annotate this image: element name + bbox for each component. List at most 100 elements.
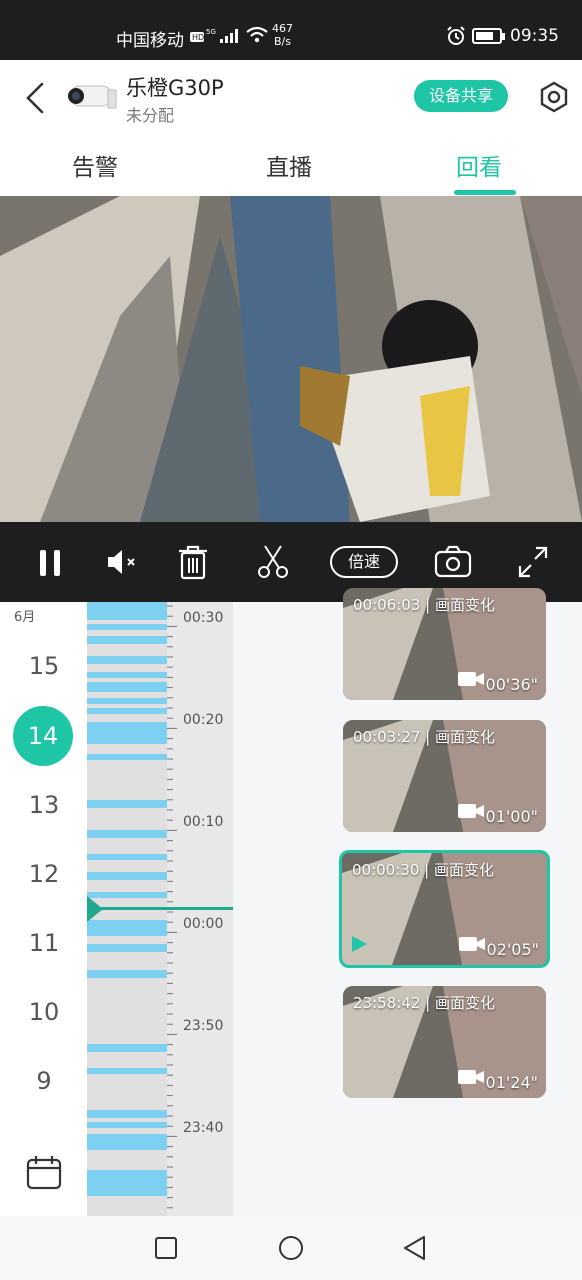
video-icon [458, 671, 484, 691]
day-11[interactable]: 11 [14, 929, 74, 957]
settings-button[interactable] [538, 80, 570, 114]
time-label: 00:10 [183, 814, 224, 830]
recording-segment [87, 624, 167, 630]
mute-button[interactable] [104, 544, 140, 580]
svg-text:5G: 5G [206, 28, 216, 36]
video-frame [0, 196, 582, 522]
time-label: 00:30 [183, 610, 224, 626]
clip-title: 00:06:03 | 画面变化 [353, 596, 495, 614]
hexagon-settings-icon [540, 81, 568, 113]
clip-title: 00:03:27 | 画面变化 [353, 728, 495, 746]
clip-card-active[interactable]: 00:00:30 | 画面变化 02'05" [339, 850, 550, 968]
home-button[interactable] [278, 1235, 304, 1265]
tab-bar: 告警 直播 回看 [0, 136, 582, 196]
recording-segment [87, 970, 167, 978]
triangle-back-icon [404, 1236, 425, 1260]
square-icon [155, 1237, 177, 1259]
system-back-button[interactable] [402, 1235, 428, 1265]
recording-segment [87, 1134, 167, 1150]
time-label: 00:00 [183, 916, 224, 932]
month-label: 6月 [14, 610, 36, 625]
snapshot-button[interactable] [434, 544, 472, 580]
device-share-button[interactable]: 设备共享 [414, 80, 508, 112]
clip-duration: 02'05" [486, 940, 539, 959]
camera-icon [434, 545, 472, 578]
day-15[interactable]: 15 [14, 652, 74, 680]
day-13[interactable]: 13 [14, 791, 74, 819]
carrier-name: 中国移动 [116, 31, 184, 51]
calendar-button[interactable] [26, 1154, 62, 1190]
video-icon [458, 803, 484, 823]
recording-segment [87, 672, 167, 678]
recording-segment [87, 854, 167, 860]
clip-card[interactable]: 00:06:03 | 画面变化 00'36" [343, 588, 546, 700]
speaker-muted-icon [108, 550, 135, 574]
clip-card[interactable]: 23:58:42 | 画面变化 01'24" [343, 986, 546, 1098]
day-10[interactable]: 10 [14, 998, 74, 1026]
active-tab-indicator [454, 190, 516, 195]
clip-duration: 01'00" [485, 807, 538, 826]
recording-segment [87, 602, 167, 620]
recording-segment [87, 1170, 167, 1196]
time-label: 23:40 [183, 1120, 224, 1136]
device-name: 乐橙G30P [126, 76, 224, 100]
recording-segment [87, 1068, 167, 1074]
recording-segment [87, 920, 167, 936]
recording-segment [87, 1122, 167, 1128]
play-icon [350, 935, 368, 957]
battery-icon [472, 28, 505, 44]
clip-title: 00:00:30 | 画面变化 [352, 861, 494, 879]
clip-button[interactable] [256, 544, 290, 580]
recent-apps-button[interactable] [154, 1236, 178, 1264]
recording-segment [87, 636, 167, 644]
clip-card[interactable]: 00:03:27 | 画面变化 01'00" [343, 720, 546, 832]
playhead-marker[interactable] [87, 896, 103, 922]
clip-duration: 00'36" [485, 675, 538, 694]
video-icon [458, 1069, 484, 1089]
alarm-clock-icon [446, 26, 466, 51]
time-label: 00:20 [183, 712, 224, 728]
recording-segment [87, 698, 167, 704]
video-player[interactable] [0, 196, 582, 522]
device-group: 未分配 [126, 106, 175, 125]
chevron-left-icon [26, 82, 44, 114]
video-icon [459, 936, 485, 956]
calendar-icon [26, 1156, 62, 1190]
recording-segment [87, 830, 167, 838]
tab-live[interactable]: 直播 [266, 148, 312, 182]
device-header: 乐橙G30P 未分配 设备共享 [0, 60, 582, 136]
day-9[interactable]: 9 [14, 1067, 74, 1095]
status-bar: 中国移动 HD 5G 467 B/s 09:35 [0, 0, 582, 60]
tab-alarm[interactable]: 告警 [72, 148, 118, 182]
recording-segment [87, 682, 167, 692]
recording-segment [87, 656, 167, 664]
pause-button[interactable] [36, 544, 64, 580]
fullscreen-button[interactable] [516, 544, 550, 580]
day-14-selected[interactable]: 14 [13, 706, 73, 766]
tab-playback[interactable]: 回看 [456, 148, 502, 182]
clip-duration: 01'24" [485, 1073, 538, 1092]
recording-segment [87, 722, 167, 744]
day-12[interactable]: 12 [14, 860, 74, 888]
recording-segment [87, 708, 167, 714]
trash-icon [179, 545, 207, 580]
playback-speed-button[interactable]: 倍速 [330, 546, 398, 578]
pause-icon [40, 550, 60, 576]
system-nav-bar [0, 1216, 582, 1280]
playhead-line[interactable] [87, 907, 233, 910]
recording-segment [87, 800, 167, 808]
delete-button[interactable] [176, 544, 210, 580]
date-column: 6月 15 14 13 12 11 10 9 [0, 602, 87, 1216]
back-button[interactable] [22, 80, 52, 116]
wifi-icon [246, 26, 268, 48]
recording-segment [87, 1044, 167, 1052]
fullscreen-icon [518, 546, 548, 578]
recording-segment [87, 872, 167, 880]
clock-time: 09:35 [510, 26, 559, 46]
signal-icon: HD 5G [190, 26, 242, 49]
time-label: 23:50 [183, 1018, 224, 1034]
svg-text:HD: HD [192, 33, 204, 42]
playback-browser: 6月 15 14 13 12 11 10 9 00:30 00:20 00:10… [0, 588, 582, 1216]
recording-segment [87, 754, 167, 760]
network-speed: 467 B/s [272, 22, 293, 48]
